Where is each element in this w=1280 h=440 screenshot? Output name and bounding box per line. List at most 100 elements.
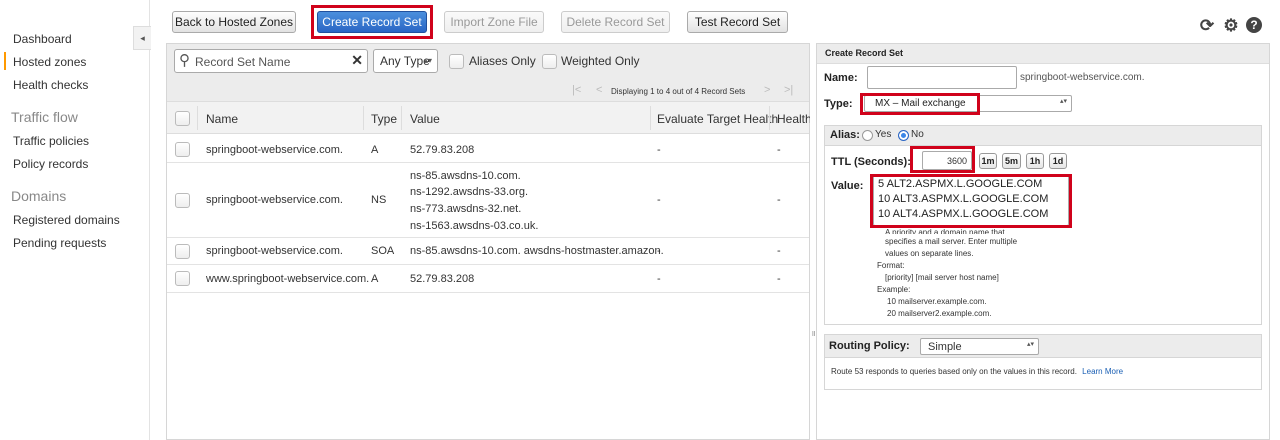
select-all-checkbox[interactable] [175, 111, 190, 126]
sidebar-item-hosted-zones[interactable]: Hosted zones [13, 55, 86, 69]
column-header-health[interactable]: Health [777, 112, 812, 126]
last-page-icon[interactable]: >| [784, 84, 793, 96]
record-evaluate-target-health: - [657, 194, 661, 206]
value-help-text: specifies a mail server. Enter multiple [885, 237, 1018, 246]
ttl-1m-button[interactable]: 1m [979, 153, 997, 169]
create-record-set-button[interactable]: Create Record Set [317, 11, 427, 33]
routing-policy-note: Route 53 responds to queries based only … [831, 367, 1124, 376]
pagination-text: Displaying 1 to 4 out of 4 Record Sets [611, 87, 746, 96]
record-set-search-input[interactable]: ⚲ Record Set Name ✕ [174, 49, 368, 73]
record-value: ns-1563.awsdns-03.co.uk. [410, 220, 539, 232]
ttl-value: 3600 [946, 156, 967, 166]
column-header-value[interactable]: Value [410, 112, 440, 126]
name-input[interactable] [867, 66, 1017, 89]
alias-label: Alias: [830, 129, 860, 141]
record-name: www.springboot-webservice.com. [206, 273, 370, 285]
ttl-1d-button[interactable]: 1d [1049, 153, 1067, 169]
value-help-text: [priority] [mail server host name] [885, 273, 999, 282]
search-icon: ⚲ [179, 52, 190, 69]
record-health: - [777, 273, 781, 285]
prev-page-icon[interactable]: < [596, 84, 602, 96]
alias-yes-label: Yes [875, 129, 892, 140]
record-value: ns-85.awsdns-10.com. [410, 170, 521, 182]
record-evaluate-target-health: - [657, 144, 661, 156]
weighted-only-checkbox[interactable] [542, 54, 557, 69]
gear-icon[interactable]: ⚙ [1222, 16, 1240, 36]
row-checkbox[interactable] [175, 193, 190, 208]
routing-policy-value: Simple [928, 341, 962, 353]
select-arrows-icon: ▴▾ [1026, 341, 1034, 348]
sidebar-item-policy-records[interactable]: Policy records [13, 157, 88, 171]
aliases-only-checkbox[interactable] [449, 54, 464, 69]
record-evaluate-target-health: - [657, 245, 661, 257]
column-divider [401, 106, 402, 130]
sidebar-item-registered-domains[interactable]: Registered domains [13, 213, 120, 227]
column-divider [650, 106, 651, 130]
value-help-text: 10 mailserver.example.com. [887, 297, 987, 306]
ttl-input[interactable]: 3600 [922, 151, 972, 170]
clear-search-icon[interactable]: ✕ [351, 52, 363, 69]
first-page-icon[interactable]: |< [572, 84, 581, 96]
value-help-text: Example: [877, 285, 911, 294]
record-type: SOA [371, 245, 395, 257]
record-name: springboot-webservice.com. [206, 245, 343, 257]
alias-no-radio[interactable] [898, 130, 909, 141]
row-checkbox[interactable] [175, 271, 190, 286]
back-to-hosted-zones-button[interactable]: Back to Hosted Zones [172, 11, 296, 33]
value-line: 10 ALT4.ASPMX.L.GOOGLE.COM [878, 208, 1049, 220]
row-checkbox[interactable] [175, 244, 190, 259]
value-help-text: 20 mailserver2.example.com. [887, 309, 992, 318]
record-type: A [371, 273, 379, 285]
sidebar-section-traffic-flow: Traffic flow [11, 109, 78, 125]
delete-record-set-button[interactable]: Delete Record Set [561, 11, 670, 33]
record-value: 52.79.83.208 [410, 273, 475, 285]
sidebar-item-dashboard[interactable]: Dashboard [13, 32, 72, 46]
value-help-text: Format: [877, 261, 905, 270]
ttl-1h-button[interactable]: 1h [1026, 153, 1044, 169]
value-label: Value: [831, 180, 864, 192]
type-label: Type: [824, 98, 853, 110]
record-type: NS [371, 194, 387, 206]
column-divider [363, 106, 364, 130]
type-filter-value: Any Type [380, 54, 430, 68]
refresh-icon[interactable]: ⟳ [1198, 16, 1216, 36]
ttl-5m-button[interactable]: 5m [1002, 153, 1021, 169]
column-header-name[interactable]: Name [206, 112, 238, 126]
routing-policy-label: Routing Policy: [829, 340, 910, 352]
routing-policy-select[interactable]: Simple ▴▾ [920, 338, 1039, 355]
name-domain-suffix: springboot-webservice.com. [1020, 72, 1145, 83]
next-page-icon[interactable]: > [764, 84, 770, 96]
sidebar-item-pending-requests[interactable]: Pending requests [13, 236, 106, 250]
record-name: springboot-webservice.com. [206, 194, 343, 206]
record-health: - [777, 144, 781, 156]
search-placeholder: Record Set Name [195, 55, 291, 69]
record-evaluate-target-health: - [657, 273, 661, 285]
record-value: ns-773.awsdns-32.net. [410, 203, 522, 215]
record-health: - [777, 194, 781, 206]
aliases-only-label: Aliases Only [469, 54, 536, 68]
sidebar-item-traffic-policies[interactable]: Traffic policies [13, 134, 89, 148]
record-type: A [371, 144, 379, 156]
value-help-text: A priority and a domain name that [885, 228, 1005, 234]
type-filter-select[interactable]: Any Type ▴▾ [373, 49, 438, 73]
alias-yes-radio[interactable] [862, 130, 873, 141]
column-divider [197, 106, 198, 130]
record-type-select[interactable]: MX – Mail exchange ▴▾ [864, 95, 1072, 112]
record-name: springboot-webservice.com. [206, 144, 343, 156]
column-header-evaluate-target-health[interactable]: Evaluate Target Health [657, 112, 778, 126]
value-line: 10 ALT3.ASPMX.L.GOOGLE.COM [878, 193, 1049, 205]
active-nav-indicator [4, 52, 6, 70]
test-record-set-button[interactable]: Test Record Set [687, 11, 788, 33]
learn-more-link[interactable]: Learn More [1082, 367, 1123, 376]
column-header-type[interactable]: Type [371, 112, 397, 126]
alias-no-label: No [911, 129, 924, 140]
value-line: 5 ALT2.ASPMX.L.GOOGLE.COM [878, 178, 1043, 190]
sidebar-collapse-icon[interactable]: ◂ [133, 26, 151, 50]
weighted-only-label: Weighted Only [561, 54, 640, 68]
help-icon[interactable]: ? [1246, 17, 1262, 33]
row-checkbox[interactable] [175, 142, 190, 157]
import-zone-file-button[interactable]: Import Zone File [444, 11, 544, 33]
column-divider [769, 106, 770, 130]
panel-title: Create Record Set [825, 48, 904, 58]
sidebar-item-health-checks[interactable]: Health checks [13, 78, 88, 92]
